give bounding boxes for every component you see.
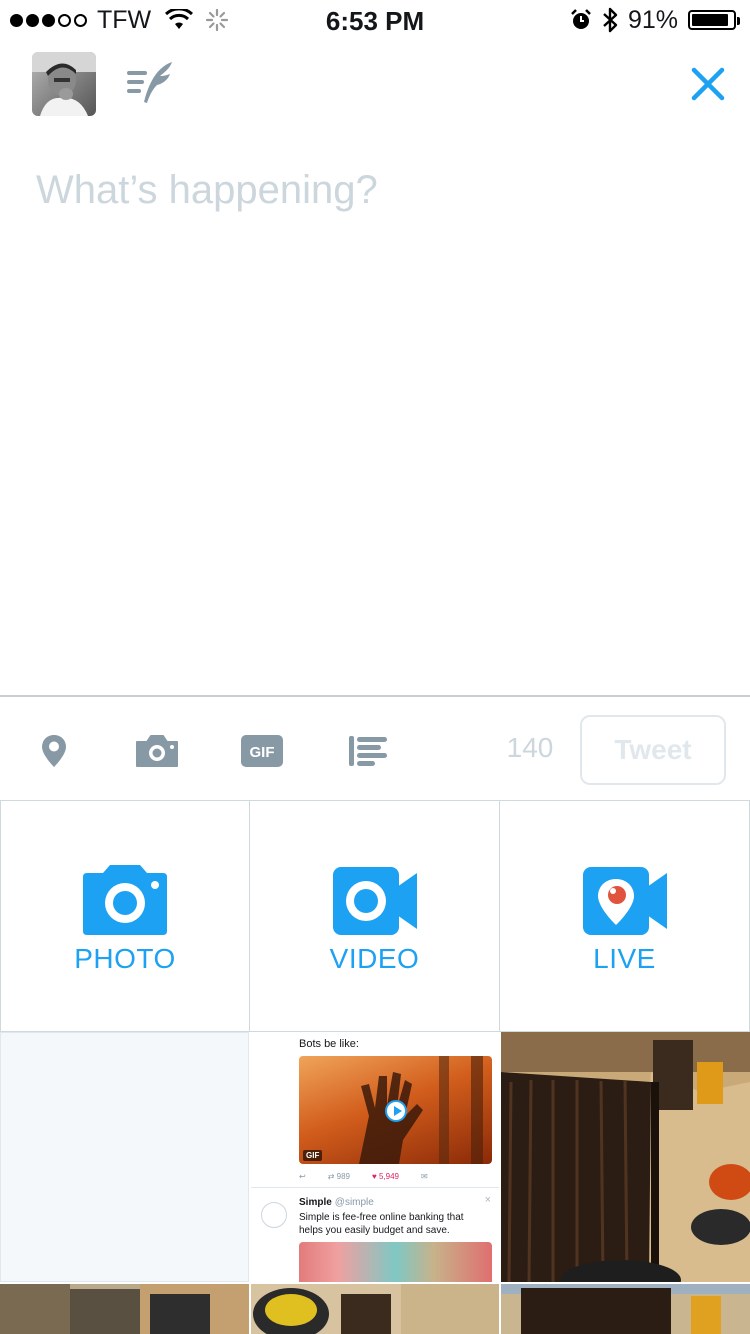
live-option[interactable]: LIVE	[499, 800, 750, 1032]
alarm-icon	[571, 9, 591, 29]
ad-body-text: Simple is fee-free online banking that h…	[299, 1212, 464, 1236]
gallery-photo[interactable]	[501, 1284, 750, 1334]
drafts-quill-icon	[127, 62, 172, 103]
tweet-compose-input[interactable]	[36, 160, 716, 220]
video-option[interactable]: VIDEO	[249, 800, 500, 1032]
battery-percent: 91%	[627, 5, 678, 34]
avatar-image	[32, 52, 96, 116]
bluetooth-icon	[603, 7, 618, 33]
play-icon	[385, 1100, 407, 1122]
gif-button[interactable]: GIF	[238, 727, 286, 775]
ad-media	[299, 1242, 492, 1282]
profile-avatar[interactable]	[32, 52, 96, 116]
retweet-count: ⇄ 989	[327, 1172, 350, 1181]
gallery-photo[interactable]	[0, 1284, 249, 1334]
battery-icon	[688, 10, 740, 30]
tweet-button[interactable]: Tweet	[580, 715, 726, 785]
thumb-tweet-media: GIF	[299, 1056, 492, 1164]
compose-toolbar: GIF 140 Tweet	[0, 695, 750, 802]
workshop-photo-1	[0, 1284, 249, 1334]
camera-roll-gallery: Bots be like: GIF ↩ ⇄ 989 ♥ 5,949 ✉ Simp…	[0, 1032, 750, 1334]
location-pin-icon	[42, 735, 66, 767]
battery-level	[692, 14, 729, 26]
video-camera-icon	[332, 867, 417, 935]
close-icon	[691, 67, 725, 101]
status-bar: TFW 6:53 PM 91%	[0, 0, 750, 40]
gallery-photo[interactable]: Bots be like: GIF ↩ ⇄ 989 ♥ 5,949 ✉ Simp…	[251, 1032, 499, 1282]
photo-camera-icon	[83, 865, 167, 935]
gallery-photo[interactable]	[251, 1284, 499, 1334]
photo-option[interactable]: PHOTO	[0, 800, 250, 1032]
location-button[interactable]	[30, 727, 78, 775]
camera-button[interactable]	[133, 727, 181, 775]
wooden-box-photo	[501, 1032, 750, 1282]
gif-icon-label: GIF	[250, 744, 275, 761]
ad-account-name: Simple @simple	[299, 1197, 374, 1208]
simple-logo	[261, 1202, 287, 1228]
reply-icon: ↩	[299, 1172, 306, 1181]
live-periscope-icon	[582, 867, 667, 935]
media-options: PHOTO VIDEO LIVE	[0, 800, 750, 1032]
workshop-photo-3	[501, 1284, 750, 1334]
gif-icon: GIF	[241, 735, 283, 767]
dismiss-icon: ×	[484, 1194, 491, 1206]
video-option-label: VIDEO	[329, 943, 420, 974]
camera-preview-tile[interactable]	[0, 1032, 249, 1282]
thumb-divider	[251, 1187, 499, 1188]
message-icon: ✉	[421, 1172, 428, 1181]
gif-tag: GIF	[303, 1150, 323, 1161]
workshop-photo-2	[251, 1284, 499, 1334]
close-button[interactable]	[686, 62, 730, 106]
thumb-tweet-text: Bots be like:	[299, 1038, 359, 1050]
drafts-button[interactable]	[124, 58, 176, 110]
status-right: 91%	[570, 5, 740, 34]
camera-icon	[136, 735, 178, 767]
thumb-tweet-actions: ↩ ⇄ 989 ♥ 5,949 ✉	[299, 1172, 489, 1181]
character-count: 140	[506, 732, 554, 763]
poll-button[interactable]	[344, 727, 392, 775]
live-option-label: LIVE	[593, 943, 656, 974]
photo-option-label: PHOTO	[74, 943, 176, 974]
poll-icon	[349, 736, 387, 766]
gallery-photo[interactable]	[501, 1032, 750, 1282]
like-count: ♥ 5,949	[372, 1172, 400, 1181]
